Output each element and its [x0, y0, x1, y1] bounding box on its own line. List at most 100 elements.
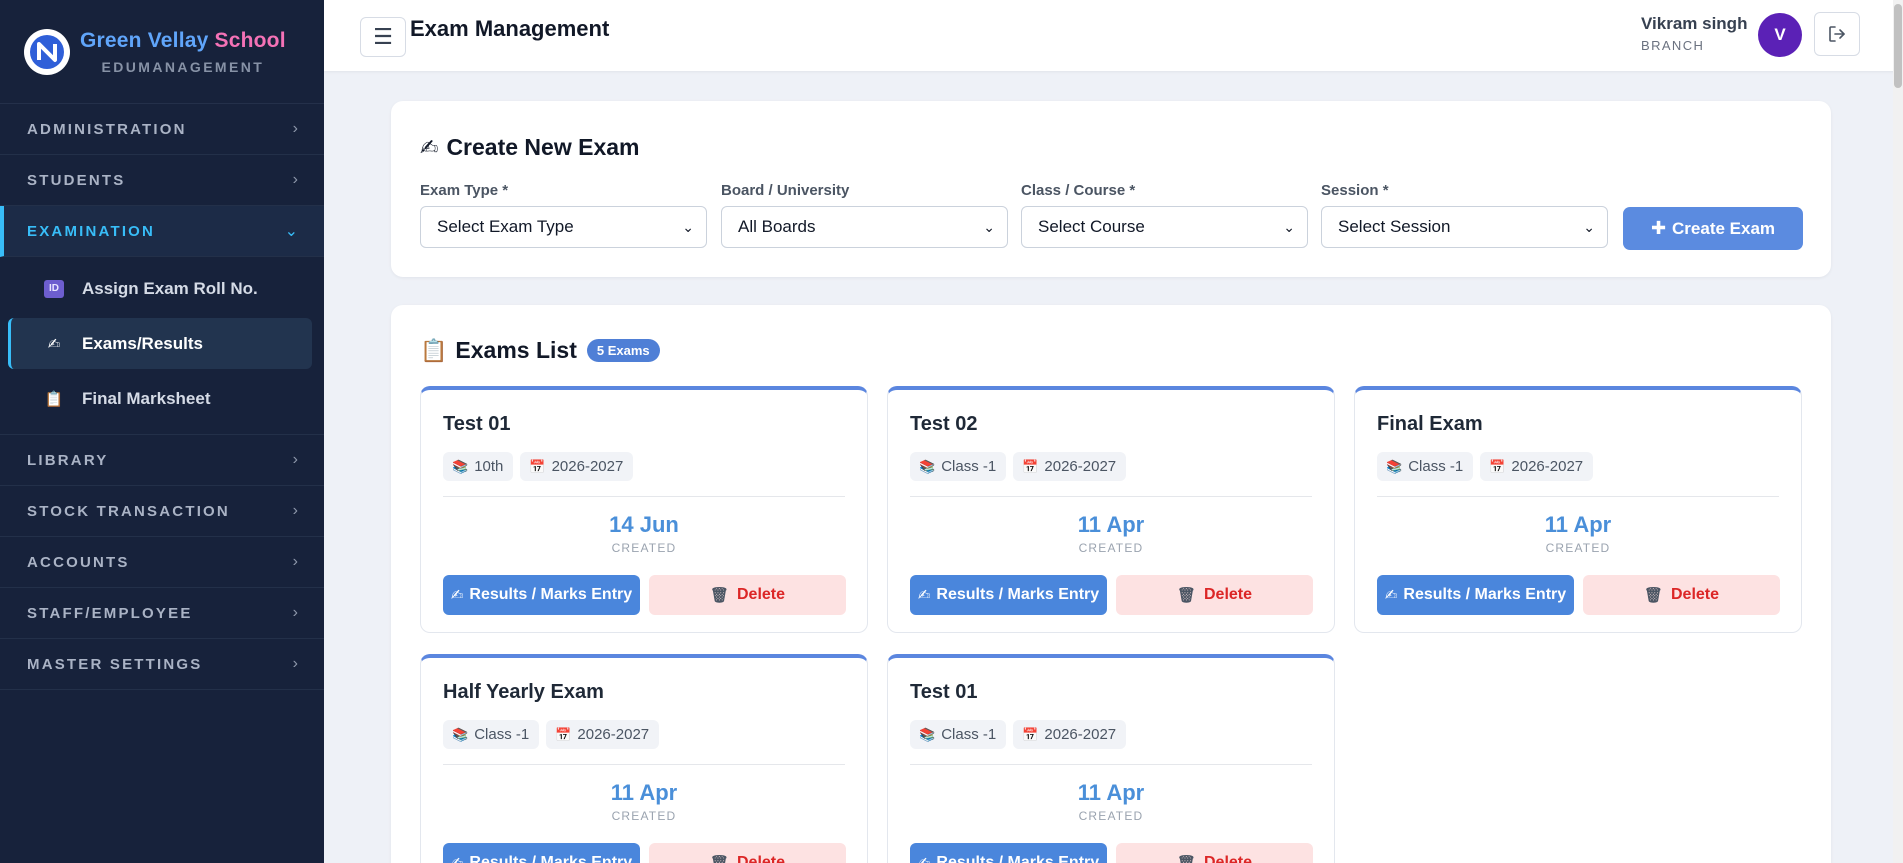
- create-exam-button[interactable]: ✚ Create Exam: [1623, 207, 1803, 250]
- class-course-select[interactable]: Select Course ⌄: [1021, 206, 1308, 248]
- created-label: CREATED: [1545, 541, 1611, 555]
- trash-icon: 🗑: [709, 587, 729, 604]
- sidebar-item-label: STOCK TRANSACTION: [27, 502, 230, 520]
- brand-subtitle: EDUMANAGEMENT: [101, 58, 265, 75]
- chevron-right-icon: ›: [292, 502, 298, 519]
- user-role: BRANCH: [1641, 38, 1705, 53]
- exam-count-badge: 5 Exams: [586, 339, 660, 362]
- board-select[interactable]: All Boards ⌄: [721, 206, 1008, 248]
- page-title: Exam Management: [410, 16, 610, 41]
- trash-icon: 🗑: [1643, 587, 1663, 604]
- writing-hand-icon: ✍: [420, 134, 439, 160]
- page-scrollbar[interactable]: [1893, 0, 1903, 863]
- create-exam-title: ✍ Create New Exam: [420, 134, 640, 160]
- class-chip: 📚 Class -1: [443, 720, 540, 749]
- created-label: CREATED: [1078, 809, 1144, 823]
- chevron-right-icon: ›: [292, 553, 298, 570]
- exam-created-date: 11 Apr: [1077, 512, 1145, 537]
- avatar[interactable]: V: [1758, 13, 1802, 57]
- exam-name: Test 02: [910, 413, 978, 435]
- board-field: Board / University All Boards ⌄: [721, 182, 1008, 248]
- results-marks-entry-button[interactable]: ✍Results / Marks Entry: [443, 575, 640, 615]
- delete-exam-button[interactable]: 🗑Delete: [1116, 843, 1313, 863]
- exams-list-title: 📋 Exams List 5 Exams: [420, 337, 660, 364]
- books-icon: 📚: [452, 458, 469, 474]
- writing-hand-icon: ✍: [917, 587, 931, 604]
- results-marks-entry-button[interactable]: ✍Results / Marks Entry: [443, 843, 640, 863]
- clipboard-icon: 📋: [44, 390, 64, 408]
- exams-list-card: 📋 Exams List 5 Exams Test 01 📚 10th 📅 2026…: [391, 305, 1831, 863]
- chevron-right-icon: ›: [292, 171, 298, 188]
- calendar-icon: 📅: [529, 458, 546, 474]
- sidebar-item-label: ACCOUNTS: [27, 553, 130, 571]
- sidebar-item-staff-employee[interactable]: STAFF/EMPLOYEE ›: [0, 588, 324, 639]
- chevron-right-icon: ›: [292, 451, 298, 468]
- sidebar-item-library[interactable]: LIBRARY ›: [0, 435, 324, 486]
- school-name: Green Vellay School: [80, 28, 286, 52]
- id-card-icon: ID: [44, 279, 64, 299]
- sidebar-subitem-label: Exams/Results: [82, 333, 203, 353]
- create-exam-card: ✍ Create New Exam Exam Type * Select Exa…: [391, 101, 1831, 277]
- exam-card: Final Exam 📚 Class -1 📅 2026-2027 11 Apr C…: [1354, 386, 1802, 633]
- sidebar-item-master-settings[interactable]: MASTER SETTINGS ›: [0, 639, 324, 690]
- chevron-right-icon: ›: [292, 604, 298, 621]
- exam-card: Half Yearly Exam 📚 Class -1 📅 2026-2027 11…: [420, 654, 868, 863]
- sidebar: Green Vellay School EDUMANAGEMENT ADMINI…: [0, 0, 324, 863]
- sidebar-item-examination[interactable]: EXAMINATION ⌄: [0, 206, 324, 257]
- calendar-icon: 📅: [555, 726, 572, 742]
- trash-icon: 🗑: [710, 854, 729, 863]
- sidebar-item-label: STUDENTS: [27, 171, 126, 189]
- session-chip: 📅 2026-2027: [546, 720, 660, 749]
- created-label: CREATED: [611, 809, 677, 823]
- results-marks-entry-button[interactable]: ✍Results / Marks Entry: [1377, 575, 1574, 615]
- class-chip: 📚 Class -1: [1377, 452, 1474, 481]
- session-chip: 📅 2026-2027: [1480, 452, 1594, 481]
- created-label: CREATED: [1078, 541, 1144, 555]
- delete-exam-button[interactable]: 🗑Delete: [649, 575, 846, 615]
- sidebar-item-accounts[interactable]: ACCOUNTS ›: [0, 537, 324, 588]
- delete-exam-button[interactable]: 🗑Delete: [1116, 575, 1313, 615]
- sidebar-item-label: ADMINISTRATION: [27, 120, 187, 138]
- sidebar-item-students[interactable]: STUDENTS ›: [0, 155, 324, 206]
- exam-name: Test 01: [443, 413, 511, 435]
- exam-type-label: Exam Type *: [420, 182, 509, 199]
- exam-created-date: 11 Apr: [1544, 512, 1612, 537]
- exam-name: Final Exam: [1377, 413, 1483, 435]
- class-course-label: Class / Course *: [1021, 182, 1136, 199]
- chevron-down-icon: ⌄: [1583, 218, 1595, 235]
- books-icon: 📚: [1386, 458, 1403, 474]
- delete-exam-button[interactable]: 🗑Delete: [1583, 575, 1780, 615]
- session-chip: 📅 2026-2027: [520, 452, 634, 481]
- delete-exam-button[interactable]: 🗑Delete: [649, 843, 846, 863]
- exam-created-date: 11 Apr: [1077, 780, 1145, 805]
- sidebar-item-label: STAFF/EMPLOYEE: [27, 604, 193, 622]
- board-label: Board / University: [721, 182, 850, 199]
- trash-icon: 🗑: [1176, 587, 1196, 604]
- sidebar-subitem-label: Final Marksheet: [82, 388, 211, 408]
- user-name: Vikram singh: [1641, 14, 1748, 33]
- sidebar-subitem-final-marksheet[interactable]: 📋 Final Marksheet: [8, 373, 312, 424]
- logout-icon: [1829, 26, 1845, 42]
- writing-hand-icon: ✍: [451, 854, 464, 863]
- class-chip: 📚 Class -1: [910, 452, 1007, 481]
- results-marks-entry-button[interactable]: ✍Results / Marks Entry: [910, 575, 1107, 615]
- exam-created-date: 11 Apr: [610, 780, 678, 805]
- calendar-icon: 📅: [1489, 458, 1506, 474]
- session-select[interactable]: Select Session ⌄: [1321, 206, 1608, 248]
- chevron-down-icon: ⌄: [983, 218, 995, 235]
- writing-hand-icon: ✍: [1384, 587, 1398, 604]
- sidebar-item-label: LIBRARY: [27, 451, 109, 469]
- logout-button[interactable]: [1814, 12, 1860, 56]
- sidebar-item-label: EXAMINATION: [27, 222, 156, 240]
- sidebar-subitem-assign-exam-roll[interactable]: ID Assign Exam Roll No.: [8, 263, 312, 314]
- sidebar-item-stock-transaction[interactable]: STOCK TRANSACTION ›: [0, 486, 324, 537]
- sidebar-subitem-exams-results[interactable]: ✍ Exams/Results: [8, 318, 312, 369]
- session-label: Session *: [1321, 182, 1389, 199]
- brand: Green Vellay School EDUMANAGEMENT: [0, 0, 324, 104]
- results-marks-entry-button[interactable]: ✍Results / Marks Entry: [910, 843, 1107, 863]
- exam-type-select[interactable]: Select Exam Type ⌄: [420, 206, 707, 248]
- sidebar-item-administration[interactable]: ADMINISTRATION ›: [0, 104, 324, 155]
- hamburger-icon: ☰: [373, 24, 393, 49]
- books-icon: 📚: [919, 458, 936, 474]
- menu-toggle-button[interactable]: ☰: [360, 17, 406, 57]
